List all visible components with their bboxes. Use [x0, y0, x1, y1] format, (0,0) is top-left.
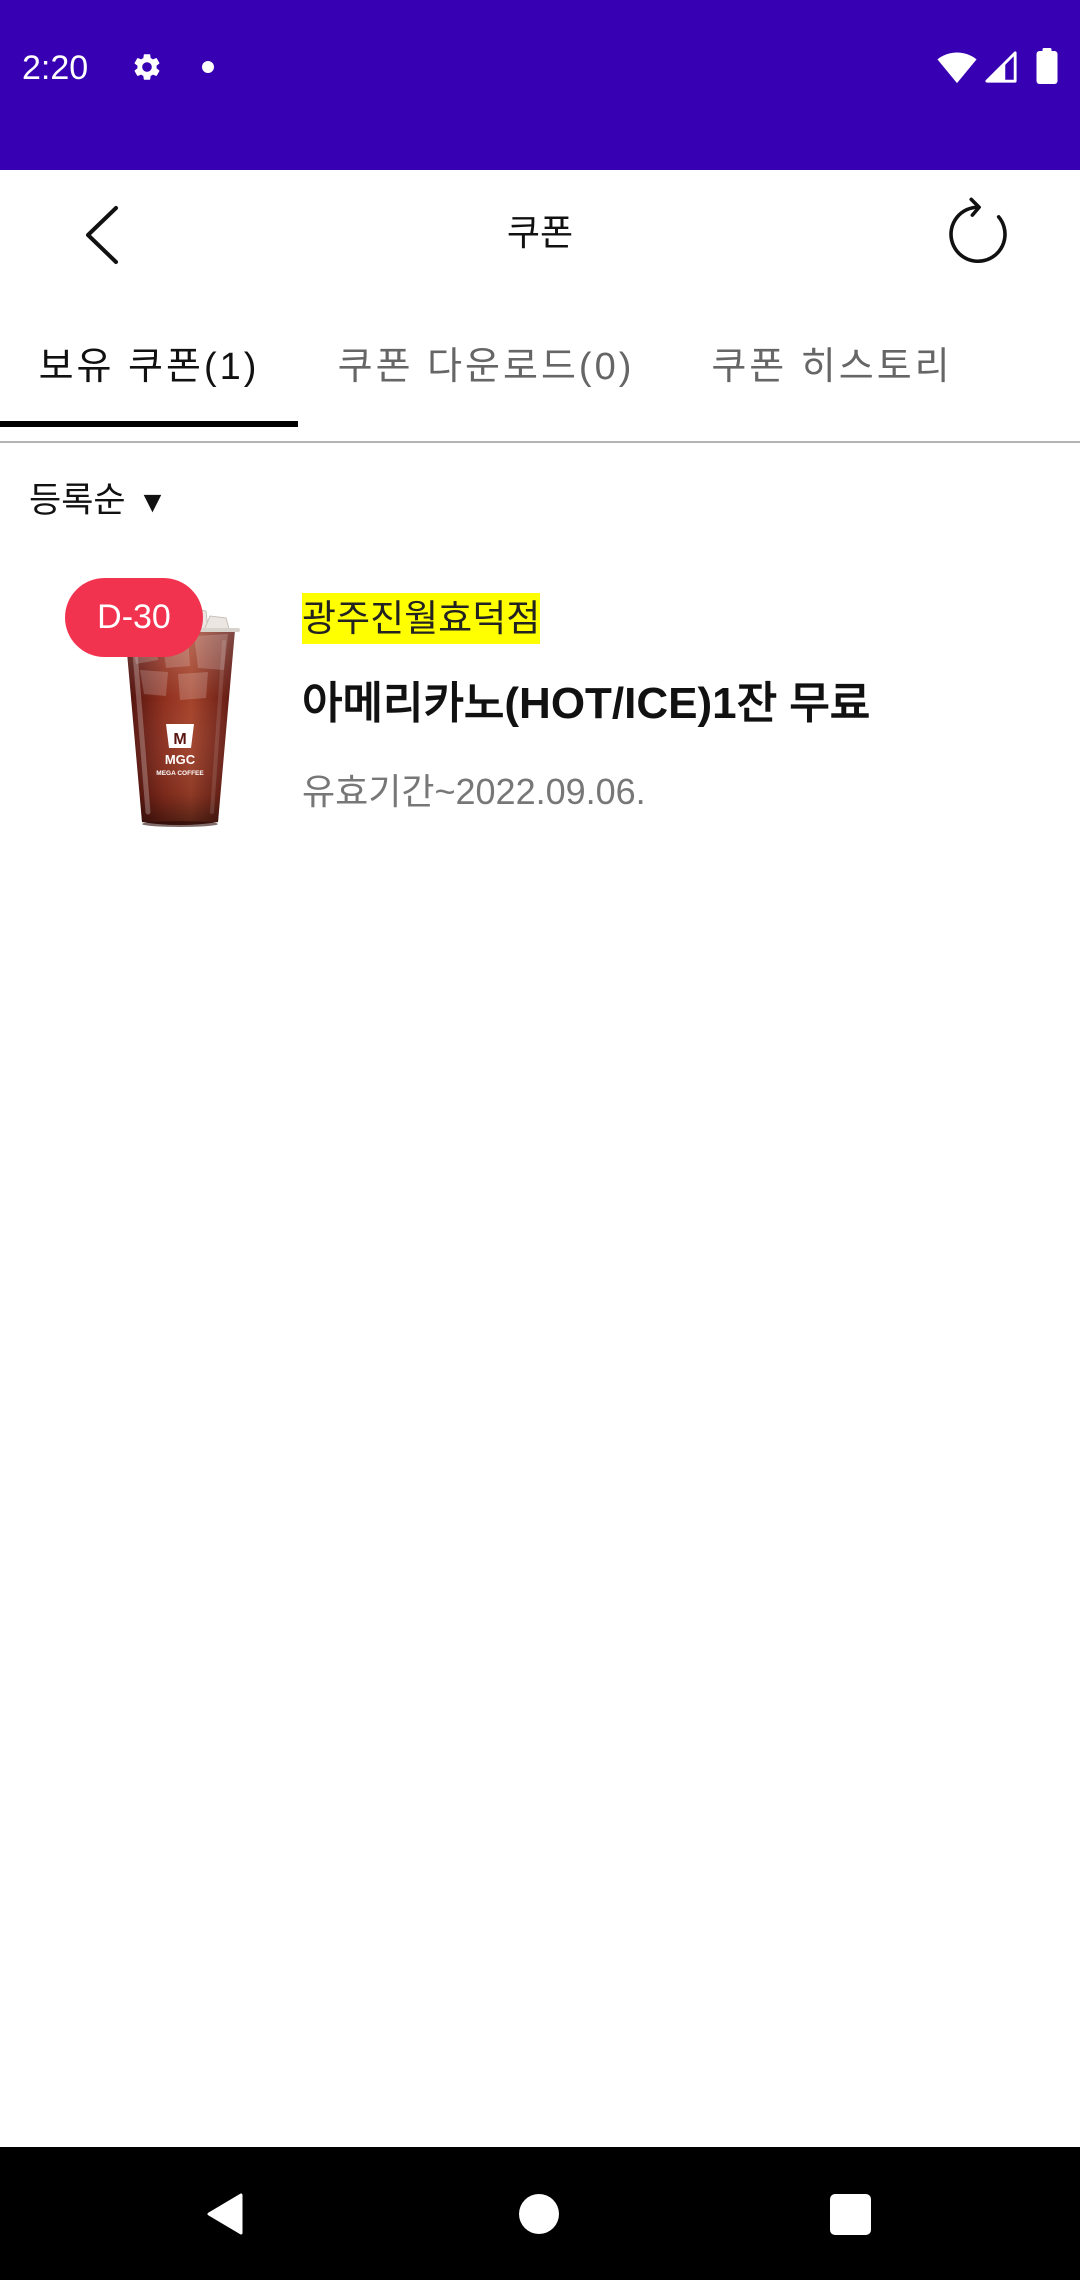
tab-indicator	[0, 421, 298, 427]
tab-divider	[0, 441, 1080, 443]
page-title: 쿠폰	[506, 212, 574, 253]
svg-text:MEGA COFFEE: MEGA COFFEE	[156, 770, 204, 777]
nav-back-button[interactable]	[165, 2169, 285, 2259]
d-day-badge: D-30	[65, 578, 203, 657]
back-button[interactable]	[70, 203, 134, 267]
tab-label: 보유 쿠폰(1)	[38, 345, 260, 388]
sort-label: 등록순	[29, 481, 126, 520]
coupon-validity: 유효기간~2022.09.06.	[302, 771, 646, 812]
nav-recents-button[interactable]	[790, 2169, 910, 2259]
notification-dot-icon	[202, 61, 214, 73]
nav-back-icon	[207, 2193, 243, 2235]
back-arrow-icon	[86, 206, 118, 264]
tab-label: 쿠폰 히스토리	[711, 345, 953, 388]
tab-coupon-download[interactable]: 쿠폰 다운로드(0)	[298, 298, 674, 426]
wifi-icon	[937, 52, 977, 84]
tab-owned-coupons[interactable]: 보유 쿠폰(1)	[0, 298, 298, 426]
settings-icon	[134, 54, 160, 80]
cell-signal-icon	[985, 51, 1017, 83]
tab-label: 쿠폰 다운로드(0)	[337, 345, 635, 388]
tab-coupon-history[interactable]: 쿠폰 히스토리	[674, 298, 990, 426]
nav-home-icon	[519, 2194, 559, 2234]
status-bar: 2:20	[0, 0, 1080, 170]
battery-icon	[1036, 48, 1058, 84]
coupon-title: 아메리카노(HOT/ICE)1잔 무료	[302, 679, 871, 728]
sort-dropdown[interactable]: 등록순 ▼	[29, 479, 167, 523]
refresh-button[interactable]	[936, 192, 1020, 276]
app-bar: 쿠폰	[0, 170, 1080, 298]
svg-text:M: M	[173, 731, 186, 748]
refresh-icon	[949, 197, 1007, 264]
svg-text:MGC: MGC	[165, 752, 196, 767]
status-time: 2:20	[22, 49, 89, 87]
store-name: 광주진월효덕점	[302, 593, 541, 644]
dropdown-arrow-icon: ▼	[137, 486, 168, 519]
nav-recents-icon	[830, 2194, 871, 2235]
nav-home-button[interactable]	[479, 2169, 599, 2259]
coupon-item[interactable]: M MGC MEGA COFFEE D-30 광주진월효덕점 아메리카노(HOT…	[0, 560, 1080, 850]
system-nav-bar	[0, 2147, 1080, 2280]
